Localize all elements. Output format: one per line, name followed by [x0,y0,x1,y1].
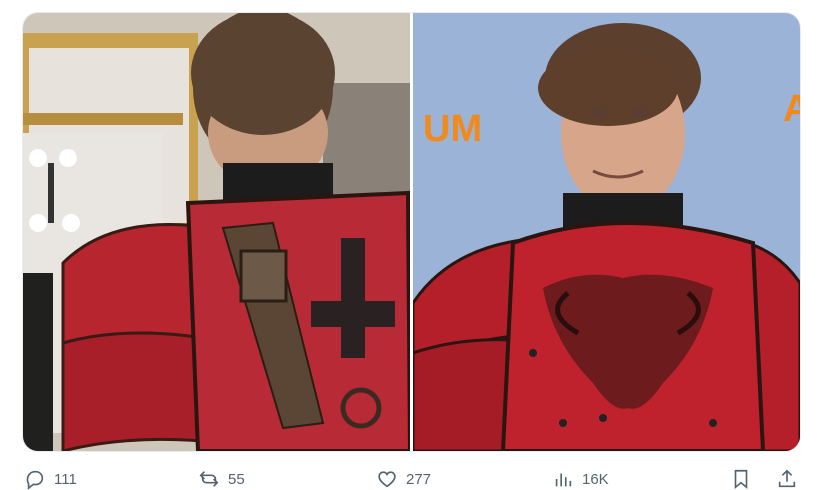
share-icon [778,469,796,488]
tweet-media-grid: UM A [22,12,801,452]
reply-count: 111 [54,470,77,488]
back-view-illustration [23,13,410,451]
share-button[interactable] [776,468,798,490]
media-photo-front-view[interactable]: UM A [413,13,800,451]
front-view-illustration: UM A [413,13,800,451]
svg-text:A: A [783,88,800,130]
reply-icon [26,470,44,490]
tweet-action-bar: 111 55 277 16K [0,462,826,490]
views-count: 16K [582,470,609,488]
backdrop-text: UM [423,108,482,150]
reply-button[interactable]: 111 [24,468,77,490]
retweet-count: 55 [228,470,245,488]
media-photo-back-view[interactable] [23,13,410,451]
bar-chart-icon [555,473,572,487]
bookmark-button[interactable] [730,468,752,490]
retweet-button[interactable]: 55 [198,468,245,490]
like-count: 277 [406,470,432,488]
heart-icon [378,471,396,488]
bookmark-icon [734,469,748,490]
retweet-icon [199,471,219,487]
views-button[interactable]: 16K [552,468,609,490]
like-button[interactable]: 277 [376,468,431,490]
